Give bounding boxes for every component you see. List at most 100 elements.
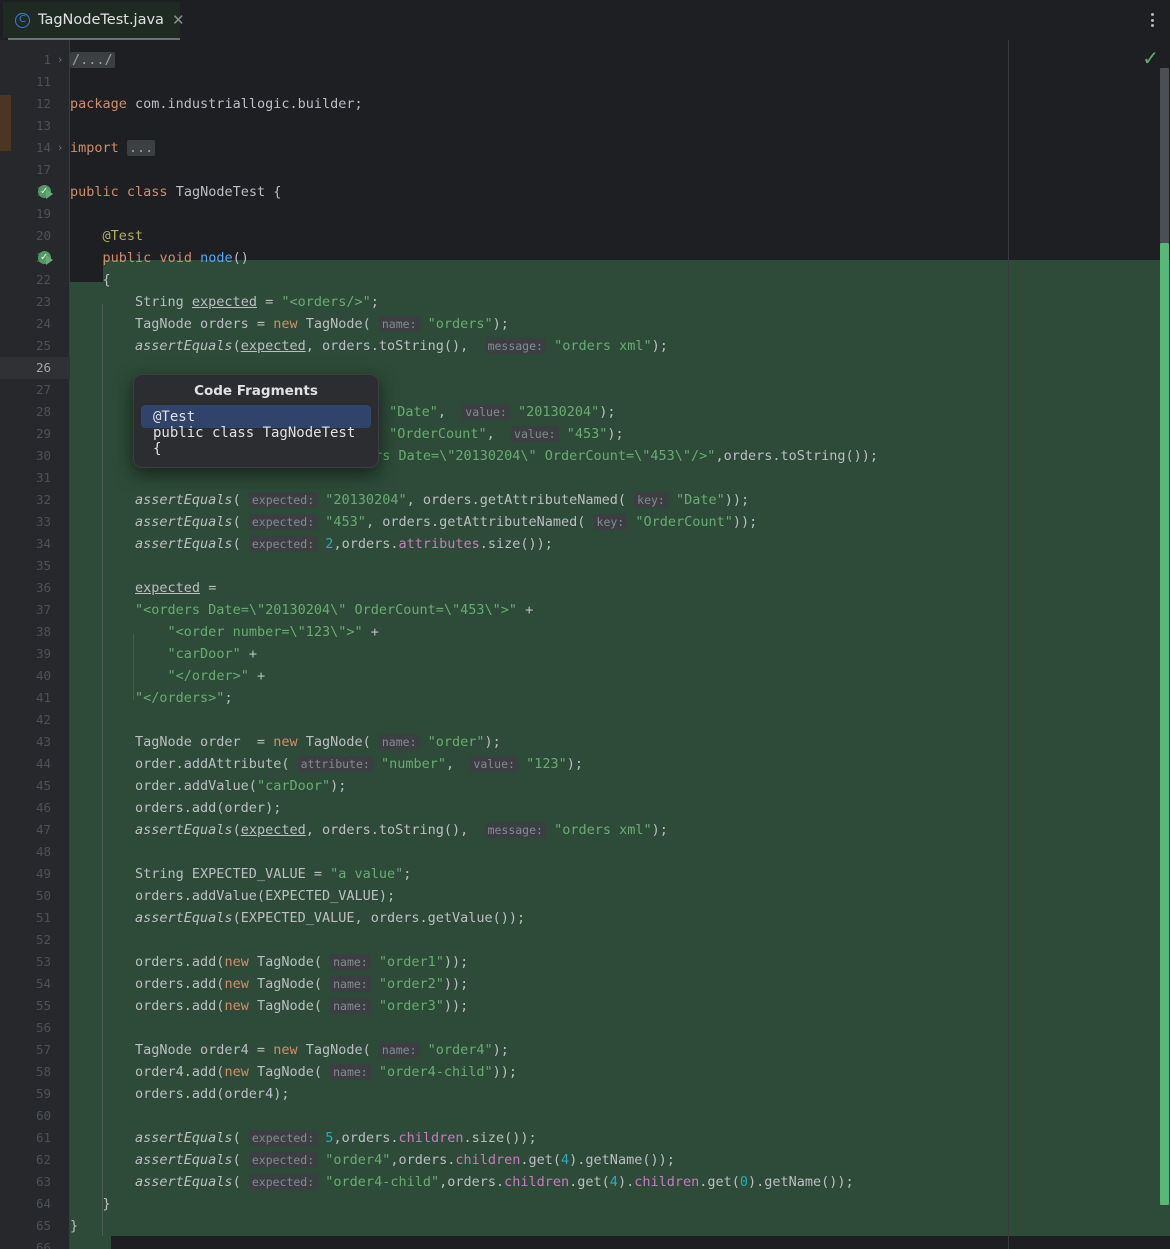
popup-item-label: @Test (153, 408, 196, 425)
code-line[interactable]: assertEquals( expected: "order4",orders.… (70, 1149, 675, 1171)
code-line[interactable]: orders.add(new TagNode( name: "order2"))… (70, 973, 468, 995)
code-line[interactable]: assertEquals(expected, orders.toString()… (70, 335, 668, 357)
line-number: 30 (35, 448, 51, 463)
code-line[interactable]: { (70, 269, 111, 291)
code-content[interactable]: /.../ package com.industriallogic.builder… (70, 40, 1170, 1249)
inspection-status-checkmark[interactable]: ✓ (1142, 48, 1159, 68)
code-editor[interactable]: 1›11121314›1718✓192021✓22232425262728293… (0, 40, 1170, 1249)
code-line[interactable]: orders.addValue(EXPECTED_VALUE); (70, 885, 395, 907)
vcs-annotation-strip[interactable] (0, 40, 11, 1249)
fold-arrow-icon[interactable]: › (58, 49, 68, 71)
code-line[interactable]: } (70, 1193, 111, 1215)
code-line[interactable]: public class TagNodeTest { (70, 181, 281, 203)
line-number: 50 (35, 888, 51, 903)
line-number: 33 (35, 514, 51, 529)
line-number: 62 (35, 1152, 51, 1167)
line-number: 57 (35, 1042, 51, 1057)
code-line[interactable]: "<order number=\"123\">" + (70, 621, 379, 643)
line-number: 35 (35, 558, 51, 573)
code-line[interactable]: "</order>" + (70, 665, 266, 687)
run-test-gutter-icon[interactable]: ✓ (38, 185, 55, 202)
code-line[interactable]: order4.add(new TagNode( name: "order4-ch… (70, 1061, 517, 1083)
line-number: 23 (35, 294, 51, 309)
line-number: 22 (35, 272, 51, 287)
line-number: 11 (35, 74, 51, 89)
line-number: 14 (35, 140, 51, 155)
code-line[interactable]: expected = (70, 577, 216, 599)
code-line[interactable]: assertEquals( expected: "453", orders.ge… (70, 511, 757, 533)
line-number: 34 (35, 536, 51, 551)
code-line[interactable]: public void node() (70, 247, 249, 269)
code-line[interactable]: /.../ (70, 49, 115, 71)
more-vertical-icon[interactable] (1144, 11, 1160, 29)
code-line[interactable]: assertEquals( expected: 2,orders.attribu… (70, 533, 553, 555)
java-class-icon: C (15, 12, 30, 28)
line-number: 61 (35, 1130, 51, 1145)
line-number: 56 (35, 1020, 51, 1035)
code-line[interactable]: package com.industriallogic.builder; (70, 93, 363, 115)
line-number: 1 (43, 52, 51, 67)
code-line[interactable]: order.addValue("carDoor"); (70, 775, 346, 797)
code-line[interactable]: orders.add(new TagNode( name: "order3"))… (70, 995, 468, 1017)
line-number: 24 (35, 316, 51, 331)
line-number: 47 (35, 822, 51, 837)
line-number: 54 (35, 976, 51, 991)
line-number: 63 (35, 1174, 51, 1189)
code-line[interactable]: String EXPECTED_VALUE = "a value"; (70, 863, 411, 885)
code-line[interactable]: orders.add(order); (70, 797, 281, 819)
line-number: 42 (35, 712, 51, 727)
line-number: 60 (35, 1108, 51, 1123)
line-number: 45 (35, 778, 51, 793)
line-number: 36 (35, 580, 51, 595)
code-line[interactable]: String expected = "<orders/>"; (70, 291, 379, 313)
line-number: 37 (35, 602, 51, 617)
code-line[interactable]: orders.add(order4); (70, 1083, 289, 1105)
code-line[interactable]: assertEquals(EXPECTED_VALUE, orders.getV… (70, 907, 525, 929)
line-number: 20 (35, 228, 51, 243)
code-line[interactable]: assertEquals( expected: "20130204", orde… (70, 489, 749, 511)
code-line[interactable]: TagNode orders = new TagNode( name: "ord… (70, 313, 509, 335)
run-test-gutter-icon[interactable]: ✓ (38, 251, 55, 268)
code-line[interactable]: } (70, 1215, 78, 1237)
code-line[interactable]: "</orders>"; (70, 687, 233, 709)
line-number: 32 (35, 492, 51, 507)
code-line[interactable]: TagNode order = new TagNode( name: "orde… (70, 731, 501, 753)
editor-tab-bar: C TagNodeTest.java ✕ (0, 0, 1170, 45)
editor-tab-tagnodetest[interactable]: C TagNodeTest.java ✕ (3, 2, 185, 38)
line-number: 29 (35, 426, 51, 441)
scrollbar-thumb-changed[interactable] (1160, 243, 1169, 1205)
line-number: 58 (35, 1064, 51, 1079)
code-line[interactable]: TagNode order4 = new TagNode( name: "ord… (70, 1039, 509, 1061)
code-line[interactable]: assertEquals( expected: "order4-child",o… (70, 1171, 854, 1193)
line-number: 27 (35, 382, 51, 397)
line-number: 53 (35, 954, 51, 969)
code-line[interactable]: orders.add(new TagNode( name: "order1"))… (70, 951, 468, 973)
line-number: 17 (35, 162, 51, 177)
code-line[interactable]: assertEquals(expected, orders.toString()… (70, 819, 668, 841)
line-number: 40 (35, 668, 51, 683)
popup-item-class[interactable]: public class TagNodeTest { (141, 425, 371, 457)
fold-arrow-icon[interactable]: › (58, 137, 68, 159)
line-number: 59 (35, 1086, 51, 1101)
scrollbar-thumb-top[interactable] (1160, 68, 1169, 243)
line-number: 43 (35, 734, 51, 749)
code-line[interactable]: "carDoor" + (70, 643, 257, 665)
line-number: 39 (35, 646, 51, 661)
code-line[interactable]: assertEquals( expected: 5,orders.childre… (70, 1127, 537, 1149)
editor-tab-label: TagNodeTest.java (38, 12, 164, 28)
line-number: 51 (35, 910, 51, 925)
code-line[interactable]: order.addAttribute( attribute: "number",… (70, 753, 583, 775)
line-number: 52 (35, 932, 51, 947)
code-fragments-popup[interactable]: Code Fragments @Test public class TagNod… (133, 374, 379, 468)
editor-scrollbar[interactable] (1158, 40, 1170, 1249)
code-line[interactable]: import ... (70, 137, 156, 159)
line-number: 26 (35, 360, 51, 375)
code-line[interactable]: "<orders Date=\"20130204\" OrderCount=\"… (70, 599, 533, 621)
line-number: 38 (35, 624, 51, 639)
line-number: 49 (35, 866, 51, 881)
code-line[interactable]: @Test (70, 225, 144, 247)
line-number: 65 (35, 1218, 51, 1233)
close-icon[interactable]: ✕ (172, 12, 185, 28)
line-number: 48 (35, 844, 51, 859)
popup-item-label: public class TagNodeTest { (153, 424, 356, 457)
